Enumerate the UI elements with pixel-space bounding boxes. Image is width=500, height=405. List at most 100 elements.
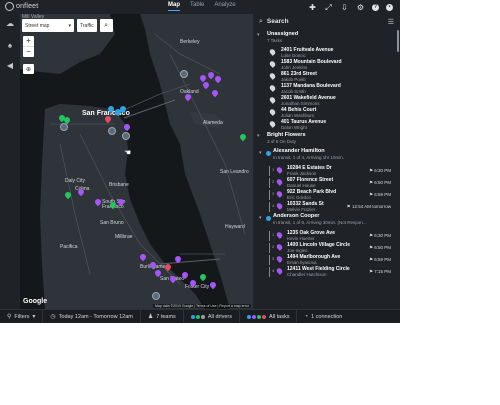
date-range-label: Today 12am - Tomorrow 12am xyxy=(58,313,133,320)
tab-analyze[interactable]: Analyze xyxy=(214,2,235,11)
route-line xyxy=(269,178,270,188)
group-subtitle: 7 Tasks xyxy=(267,38,283,43)
list-item[interactable]: 1 10284 E Estates Dr Frank Jackson ⚑ 6:3… xyxy=(253,165,400,177)
tab-map[interactable]: Map xyxy=(168,2,180,11)
driver-cluster[interactable] xyxy=(180,70,188,78)
list-item[interactable]: 4 10332 Sands St Melvin Frazier ⚑ 12:54 … xyxy=(253,201,400,213)
task-number: 3 xyxy=(272,191,275,196)
list-item[interactable]: 861 23rd Street Jakob Poeltl xyxy=(253,71,400,83)
task-pin-icon xyxy=(268,108,277,116)
map-label-brisbane: Brisbane xyxy=(109,182,129,188)
top-actions: ✚ ⤢ ⇩ ⚙ ? • xyxy=(308,3,393,12)
export-icon[interactable]: ⇩ xyxy=(340,3,349,12)
map-attribution[interactable]: Map data ©2019 Google | Terms of Use | R… xyxy=(152,304,251,308)
driver-status: In transit, 1 of 6, Arriving 30min. (Not… xyxy=(273,220,367,225)
fullscreen-icon[interactable]: ⤢ xyxy=(324,3,333,12)
task-number: 2 xyxy=(272,179,275,184)
list-item[interactable]: 2 1400 Lincoln Village Circle Joe Ingles… xyxy=(253,242,400,254)
weather-icon[interactable]: ☁ xyxy=(4,18,16,28)
connection-status[interactable]: ◔ 1 connection xyxy=(297,310,349,324)
date-range-filter[interactable]: ◷ Today 12am - Tomorrow 12am xyxy=(43,309,141,323)
traffic-label: Traffic xyxy=(80,22,94,29)
list-item[interactable]: 3 1494 Marlborough Ave Ersan Ilyasova ⚑ … xyxy=(253,254,400,266)
task-number: 1 xyxy=(272,167,275,172)
filters-button[interactable]: ⚲ Filters ▾ xyxy=(0,309,44,323)
map-search-button[interactable]: ⌕ xyxy=(99,19,113,32)
map-style-label: Street map xyxy=(25,22,50,29)
help-icon[interactable]: ? xyxy=(372,4,379,11)
hand-cursor-icon: ☚ xyxy=(124,148,132,157)
list-view-icon[interactable]: ☰ xyxy=(388,18,394,26)
map-label-daly-city: Daly City xyxy=(65,178,86,184)
map-view[interactable]: Mill Valley Berkeley Oakland San Francis… xyxy=(20,14,253,309)
task-eta-text: 6:30 PM xyxy=(374,233,391,238)
task-eta-text: 6:59 PM xyxy=(374,257,391,262)
zoom-in-button[interactable]: + xyxy=(23,36,34,46)
filter-icon: ⚲ xyxy=(7,314,12,320)
task-eta: ⚑ 6:30 PM xyxy=(368,233,391,238)
settings-icon[interactable]: ⚙ xyxy=(356,3,365,12)
drivers-icon[interactable]: ♠ xyxy=(4,40,16,50)
account-icon[interactable]: • xyxy=(386,4,393,11)
status-dot xyxy=(200,314,205,319)
tab-table[interactable]: Table xyxy=(190,2,204,11)
search-icon: ⌕ xyxy=(104,21,109,29)
driver-row[interactable]: ▾ Anderson Cooper In transit, 1 of 6, Ar… xyxy=(253,213,400,230)
map-style-select[interactable]: Street map ▾ xyxy=(22,19,74,32)
list-item[interactable]: 1 1235 Oak Grove Ave Kevin Huerter ⚑ 6:3… xyxy=(253,230,400,242)
drivers-filter[interactable]: All drivers xyxy=(184,309,240,323)
task-recipient: Jonathan Simmons xyxy=(281,101,320,106)
list-item[interactable]: 2401 Fruitvale Avenue Luke Doncic xyxy=(253,47,400,59)
task-recipient: Dalon Wright xyxy=(281,125,307,130)
map-label-berkeley: Berkeley xyxy=(180,39,200,45)
logo[interactable]: onfleet xyxy=(5,2,38,11)
group-unassigned[interactable]: ▾ Unassigned 7 Tasks xyxy=(253,30,400,47)
task-pin-icon xyxy=(275,190,284,198)
teams-filter[interactable]: ♟ 7 teams xyxy=(141,309,184,323)
task-recipient: Jacob Smith xyxy=(281,89,306,94)
driver-cluster[interactable] xyxy=(122,132,130,140)
list-item[interactable]: 3 922 Beach Park Blvd Eric Gordon ⚑ 6:59… xyxy=(253,189,400,201)
tasks-filter[interactable]: All tasks xyxy=(240,309,298,323)
task-eta: ⚑ 6:50 PM xyxy=(368,180,391,185)
group-bright-flowers[interactable]: ▾ Bright Flowers 3 of 6 On Duty xyxy=(253,131,400,148)
driver-cluster[interactable] xyxy=(152,292,160,300)
dispatch-panel: ⌕ Search ☰ ▾ Unassigned 7 Tasks 2401 Fru… xyxy=(253,14,400,309)
task-number: 1 xyxy=(272,232,275,237)
zoom-out-button[interactable]: − xyxy=(23,46,34,57)
task-pin-icon xyxy=(268,48,277,56)
list-item[interactable]: 401 Taurus Avenue Dalon Wright xyxy=(253,119,400,131)
announce-icon[interactable]: ◀ xyxy=(4,60,16,70)
task-eta: ⚑ 6:59 PM xyxy=(368,192,391,197)
add-icon[interactable]: ✚ xyxy=(308,3,317,12)
task-eta: ⚑ 6:50 PM xyxy=(368,245,391,250)
map-label-alameda: Alameda xyxy=(203,120,223,126)
task-pin-icon xyxy=(275,231,284,239)
driver-cluster[interactable] xyxy=(108,127,116,135)
locate-button[interactable]: ⊕ xyxy=(23,64,34,74)
route-line xyxy=(269,255,270,265)
task-pin-icon xyxy=(275,255,284,263)
traffic-toggle[interactable]: Traffic xyxy=(77,19,97,32)
task-pin-icon xyxy=(268,120,277,128)
driver-cluster[interactable] xyxy=(60,123,68,131)
task-pin-icon xyxy=(268,96,277,104)
task-eta-text: 6:50 PM xyxy=(374,180,391,185)
task-pin-icon xyxy=(268,72,277,80)
driver-row[interactable]: ▾ Alexander Hamilton In transit, 1 of 4,… xyxy=(253,148,400,165)
top-bar: onfleet Map Table Analyze ✚ ⤢ ⇩ ⚙ ? • xyxy=(0,0,400,14)
task-number: 3 xyxy=(272,256,275,261)
list-item[interactable]: 1137 Mandana Boulevard Jacob Smith xyxy=(253,83,400,95)
chevron-down-icon: ▾ xyxy=(257,32,260,38)
route-line xyxy=(269,267,270,277)
list-item[interactable]: 2 607 Florence Street Danuel House ⚑ 6:5… xyxy=(253,177,400,189)
list-item[interactable]: 44 Behis Court Julian Washburn xyxy=(253,107,400,119)
list-item[interactable]: 2601 Wakefield Avenue Jonathan Simmons xyxy=(253,95,400,107)
task-eta: ⚑ 12:54 AM tomorrow xyxy=(346,204,391,209)
list-item[interactable]: 1583 Mountain Boulevard John Jenkins xyxy=(253,59,400,71)
google-logo: Google xyxy=(23,298,48,305)
panel-search[interactable]: ⌕ Search ☰ xyxy=(259,16,394,27)
chevron-down-icon: ▾ xyxy=(32,314,36,320)
driver-name: Anderson Cooper xyxy=(273,213,320,219)
list-item[interactable]: 4 12411 West Fielding Circle Chandler Hu… xyxy=(253,266,400,278)
